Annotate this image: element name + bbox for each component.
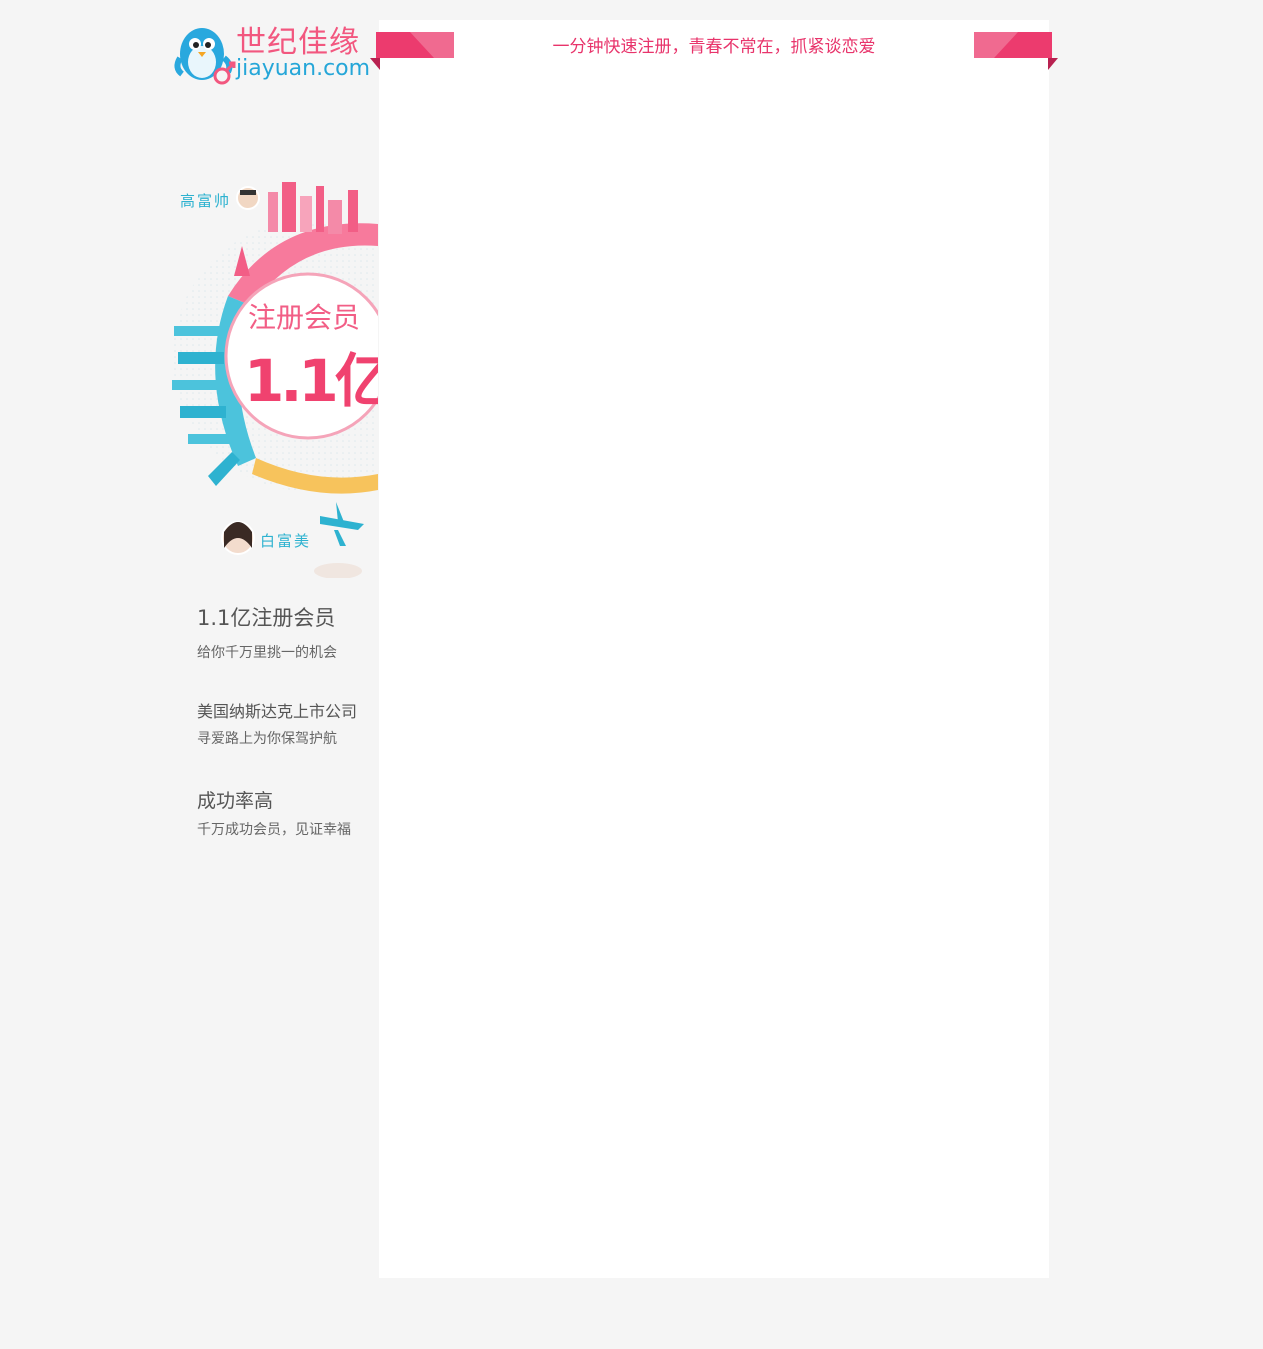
feature-title: 成功率高 — [197, 790, 274, 812]
hero-number: 1.1亿 — [244, 347, 378, 415]
logo-domain-text: jiayuan.com — [236, 56, 371, 81]
ribbon-right-decoration — [974, 32, 1058, 70]
registration-panel — [379, 20, 1049, 1278]
feature-item: 1.1亿注册会员 给你千万里挑一的机会 — [197, 602, 337, 662]
hero-headline: 注册会员 — [248, 301, 361, 334]
feature-subtitle: 寻爱路上为你保驾护航 — [197, 731, 337, 747]
feature-title: 美国纳斯达克上市公司 — [197, 702, 358, 721]
feature-item: 美国纳斯达克上市公司 寻爱路上为你保驾护航 — [197, 698, 357, 748]
panel-slogan: 一分钟快速注册，青春不常在，抓紧谈恋爱 — [552, 37, 876, 57]
logo-chinese-text: 世纪佳缘 — [236, 25, 360, 60]
ribbon-left-decoration — [370, 32, 454, 70]
female-label: 白富美 — [260, 532, 312, 550]
male-label: 高富帅 — [180, 192, 232, 210]
site-logo[interactable]: 世纪佳缘 jiayuan.com — [172, 24, 370, 86]
feature-subtitle: 给你千万里挑一的机会 — [197, 645, 337, 661]
penguin-mascot-icon — [174, 28, 236, 85]
feature-subtitle: 千万成功会员，见证幸福 — [197, 822, 351, 838]
feature-title: 1.1亿注册会员 — [197, 606, 336, 630]
hero-illustration: 高富帅 白富美 注册会员 1.1亿 — [168, 176, 378, 578]
feature-item: 成功率高 千万成功会员，见证幸福 — [197, 786, 351, 839]
